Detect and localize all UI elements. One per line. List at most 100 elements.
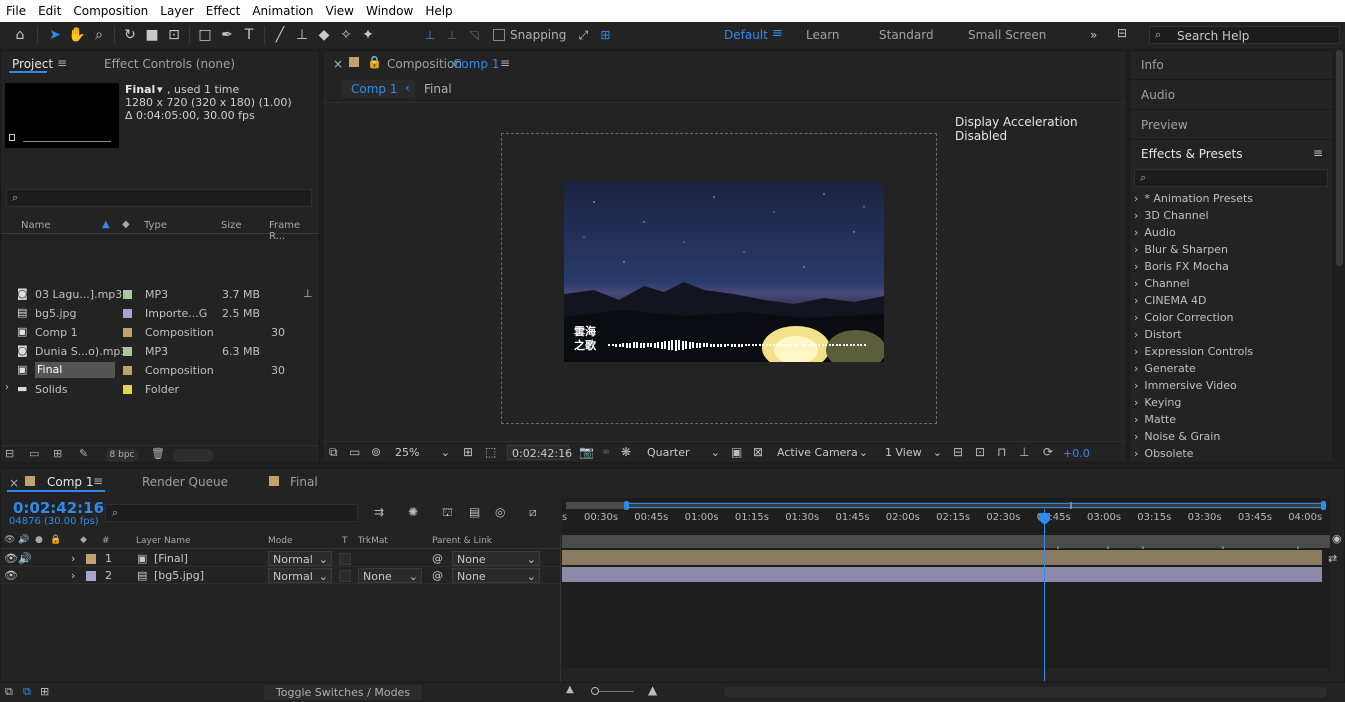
panel-menu-icon[interactable]: ≡ bbox=[500, 56, 510, 70]
column-size[interactable]: Size bbox=[221, 220, 242, 231]
column-type[interactable]: Type bbox=[144, 220, 167, 231]
search-help-field[interactable]: ⌕ Search Help bbox=[1149, 26, 1340, 44]
parent-dropdown[interactable]: None ⌄ bbox=[452, 568, 540, 583]
effects-category[interactable]: › Color Correction bbox=[1134, 311, 1234, 324]
pen-tool-icon[interactable]: ✒ bbox=[216, 24, 238, 46]
layer-name[interactable]: [bg5.jpg] bbox=[154, 569, 204, 582]
sync-settings-icon[interactable]: ⊟ bbox=[1117, 26, 1127, 40]
toggle-pixel-aspect-icon[interactable]: ⊟ bbox=[953, 445, 963, 459]
effects-category[interactable]: › Blur & Sharpen bbox=[1134, 243, 1228, 256]
effects-category[interactable]: › Distort bbox=[1134, 328, 1182, 341]
layer2-duration-bar[interactable] bbox=[562, 567, 1322, 582]
breadcrumb-final[interactable]: Final bbox=[424, 82, 452, 96]
axis-view-icon[interactable]: ◹ bbox=[463, 24, 485, 46]
grid-guides-icon[interactable]: ⊞ bbox=[463, 445, 473, 459]
effects-category[interactable]: › Immersive Video bbox=[1134, 379, 1237, 392]
timeline-icon[interactable]: ⊓ bbox=[997, 445, 1006, 459]
close-comp-icon[interactable]: × bbox=[333, 57, 343, 71]
layer-row[interactable]: 👁 🔊 › 1 ▣ [Final] Normal ⌄ @ None ⌄ bbox=[0, 551, 560, 567]
resolution-dropdown[interactable]: Quarter ⌄ bbox=[643, 445, 723, 460]
frame-blending-icon[interactable]: ▤ bbox=[469, 505, 480, 519]
scrollbar-thumb[interactable] bbox=[1336, 50, 1343, 266]
item-label-color[interactable] bbox=[123, 290, 132, 299]
zoom-slider-thumb[interactable] bbox=[591, 687, 599, 695]
layer-switch-icon[interactable]: ⇄ bbox=[1328, 552, 1337, 565]
effects-category[interactable]: › Generate bbox=[1134, 362, 1196, 375]
layer-name[interactable]: [Final] bbox=[154, 552, 188, 565]
panel-menu-icon[interactable]: ≡ bbox=[1313, 146, 1323, 160]
item-label-color[interactable] bbox=[123, 366, 132, 375]
workspace-menu-icon[interactable]: ≡ bbox=[772, 26, 783, 41]
zoom-tool-icon[interactable]: ⌕ bbox=[88, 24, 110, 46]
audio-panel-header[interactable]: Audio bbox=[1129, 80, 1334, 110]
layer1-duration-bar[interactable] bbox=[562, 550, 1322, 565]
bpc-button[interactable]: 8 bpc bbox=[106, 449, 138, 462]
new-folder-icon[interactable]: ▭ bbox=[29, 447, 39, 460]
layer-label-color[interactable] bbox=[86, 571, 96, 581]
eraser-tool-icon[interactable]: ◆ bbox=[313, 24, 335, 46]
timeline-tab-final[interactable]: Final bbox=[290, 475, 318, 489]
camera-dropdown[interactable]: Active Camera ⌄ bbox=[773, 445, 871, 460]
effects-scrollbar[interactable] bbox=[1335, 50, 1344, 463]
preserve-transparency-toggle[interactable] bbox=[339, 570, 351, 582]
panel-menu-icon[interactable]: ≡ bbox=[93, 474, 103, 488]
snapping-checkbox[interactable] bbox=[493, 29, 505, 41]
effects-category[interactable]: › CINEMA 4D bbox=[1134, 294, 1207, 307]
menu-help[interactable]: Help bbox=[419, 4, 458, 18]
workspace-small-screen[interactable]: Small Screen bbox=[968, 28, 1046, 42]
preview-panel-header[interactable]: Preview bbox=[1129, 110, 1334, 140]
adjust-settings-icon[interactable]: ✎ bbox=[79, 447, 88, 460]
workspace-learn[interactable]: Learn bbox=[806, 28, 840, 42]
timeline-tab-comp1[interactable]: Comp 1 bbox=[47, 475, 93, 489]
column-parent-link[interactable]: Parent & Link bbox=[432, 536, 492, 546]
layer-mode-dropdown[interactable]: Normal ⌄ bbox=[268, 568, 332, 583]
home-icon[interactable]: ⌂ bbox=[9, 24, 31, 46]
effects-category[interactable]: › Channel bbox=[1134, 277, 1190, 290]
effects-category[interactable]: › * Animation Presets bbox=[1134, 192, 1253, 205]
expand-layer-icon[interactable]: › bbox=[71, 552, 75, 565]
trash-icon[interactable]: 🗑 bbox=[151, 447, 165, 460]
more-workspaces-icon[interactable]: » bbox=[1090, 28, 1097, 42]
snapshot-icon[interactable]: 📷 bbox=[579, 445, 594, 459]
shy-layers-icon[interactable]: ⛫ bbox=[442, 505, 453, 521]
timeline-horizontal-scrollbar[interactable] bbox=[724, 687, 1327, 698]
channels-icon[interactable]: ❋ bbox=[621, 445, 631, 459]
column-layer-name[interactable]: Layer Name bbox=[136, 536, 191, 546]
close-timeline-icon[interactable]: × bbox=[9, 476, 19, 490]
effects-category[interactable]: › Keying bbox=[1134, 396, 1181, 409]
axis-local-icon[interactable]: ⊥ bbox=[419, 24, 441, 46]
transfer-controls-icon[interactable]: ⧉ bbox=[23, 685, 31, 699]
effects-category[interactable]: › Boris FX Mocha bbox=[1134, 260, 1229, 273]
zoom-slider[interactable] bbox=[594, 691, 634, 692]
menu-layer[interactable]: Layer bbox=[154, 4, 199, 18]
layer-mode-dropdown[interactable]: Normal ⌄ bbox=[268, 551, 332, 566]
item-dropdown-icon[interactable]: ▾ bbox=[157, 83, 163, 96]
effects-search-input[interactable]: ⌕ bbox=[1134, 169, 1328, 187]
magnification-dropdown[interactable]: 25% ⌄ bbox=[391, 445, 453, 460]
interpret-footage-icon[interactable]: ⊟ bbox=[5, 447, 14, 460]
trkmat-dropdown[interactable]: None ⌄ bbox=[358, 568, 422, 583]
work-area-start-handle[interactable] bbox=[624, 501, 629, 510]
video-toggle-header-icon[interactable]: 👁 bbox=[4, 535, 15, 545]
audio-header-icon[interactable]: 🔊 bbox=[18, 535, 29, 545]
menu-composition[interactable]: Composition bbox=[67, 4, 154, 18]
snap-features-icon[interactable]: ⊞ bbox=[594, 24, 616, 46]
item-label-color[interactable] bbox=[123, 309, 132, 318]
selection-tool-icon[interactable]: ➤ bbox=[44, 24, 66, 46]
effects-category[interactable]: › Expression Controls bbox=[1134, 345, 1253, 358]
work-area-bar[interactable] bbox=[566, 501, 1326, 510]
layer-label-color[interactable] bbox=[86, 554, 96, 564]
video-toggle-icon[interactable]: 👁 bbox=[4, 552, 18, 565]
project-item[interactable]: ▣ Final Composition 30 bbox=[1, 361, 321, 380]
tab-render-queue[interactable]: Render Queue bbox=[142, 475, 228, 489]
project-item[interactable]: ▤ bg5.jpg Importe...G 2.5 MB bbox=[1, 304, 321, 323]
lock-icon[interactable]: 🔒 bbox=[367, 55, 382, 69]
expand-layer-icon[interactable]: › bbox=[71, 569, 75, 582]
puppet-tool-icon[interactable]: ✦ bbox=[357, 24, 379, 46]
comp-button-icon[interactable]: ◉ bbox=[1332, 532, 1342, 545]
workspace-standard[interactable]: Standard bbox=[879, 28, 934, 42]
parent-dropdown[interactable]: None ⌄ bbox=[452, 551, 540, 566]
time-ruler[interactable]: s 00:30s 00:45s 01:00s 01:15s 01:30s 01:45s 02:… bbox=[562, 511, 1330, 531]
breadcrumb-comp1[interactable]: Comp 1 ‹ bbox=[341, 80, 415, 98]
type-tool-icon[interactable]: T bbox=[238, 24, 260, 46]
